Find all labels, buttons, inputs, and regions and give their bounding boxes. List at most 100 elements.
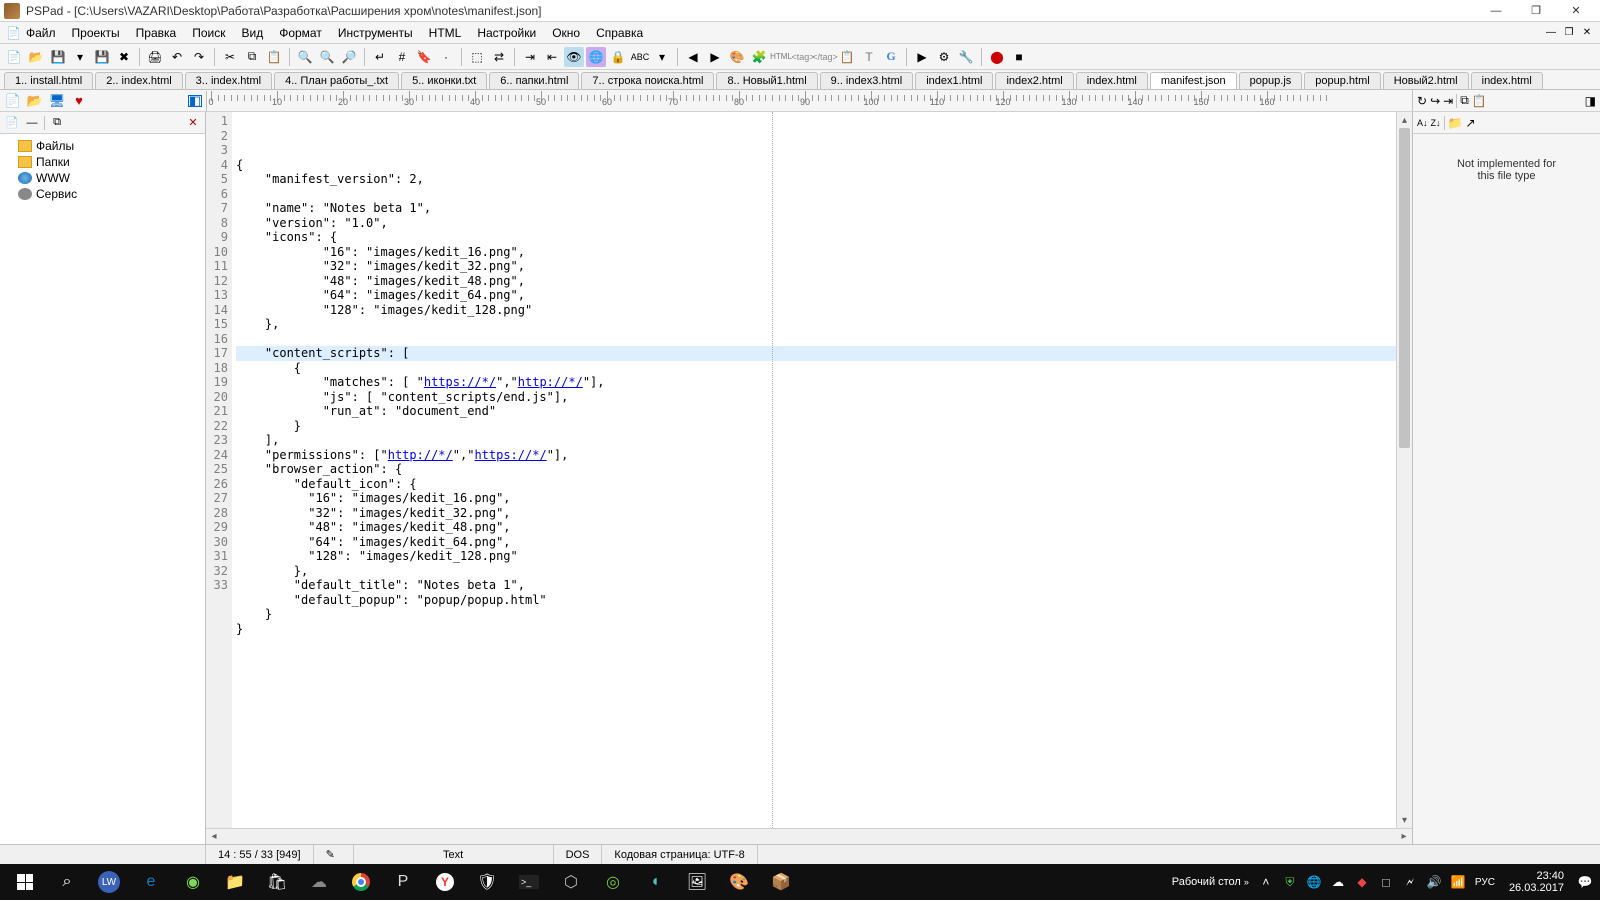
whitespace-icon[interactable]: · — [436, 47, 456, 67]
code-area[interactable]: { "manifest_version": 2, "name": "Notes … — [232, 112, 1396, 828]
maximize-button[interactable]: ❐ — [1516, 1, 1556, 21]
taskbar-app-3[interactable]: ☁ — [298, 866, 340, 898]
indent-left-icon[interactable]: ◀ — [683, 47, 703, 67]
menu-вид[interactable]: Вид — [233, 24, 271, 42]
menu-настройки[interactable]: Настройки — [469, 24, 544, 42]
code-line[interactable]: "default_icon": { — [236, 477, 1396, 492]
mdi-restore[interactable]: ❐ — [1560, 25, 1578, 41]
tree-item[interactable]: Файлы — [4, 138, 201, 154]
closetag-icon[interactable]: </tag> — [815, 47, 835, 67]
tray-clock[interactable]: 23:40 26.03.2017 — [1501, 870, 1572, 894]
tree-del-icon[interactable]: — — [24, 115, 40, 131]
taskbar-app-5[interactable]: ⬡ — [550, 866, 592, 898]
rp-jump-icon[interactable]: ⇥ — [1443, 94, 1453, 108]
scroll-left-icon[interactable]: ◂ — [206, 829, 222, 845]
code-line[interactable]: "128": "images/kedit_128.png" — [236, 303, 1396, 318]
tree-copy-icon[interactable]: ⧉ — [49, 115, 65, 131]
panel-toggle-icon[interactable]: ◧ — [188, 95, 202, 107]
doctab[interactable]: 3.. index.html — [185, 72, 272, 89]
code-line[interactable]: "browser_action": { — [236, 462, 1396, 477]
tree-item[interactable]: Сервис — [4, 186, 201, 202]
rp-refresh-icon[interactable]: ↻ — [1417, 94, 1427, 108]
code-line[interactable]: "16": "images/kedit_16.png", — [236, 245, 1396, 260]
doctab[interactable]: manifest.json — [1150, 72, 1237, 90]
code-line[interactable]: "name": "Notes beta 1", — [236, 201, 1396, 216]
code-line[interactable]: "permissions": ["http://*/","https://*/"… — [236, 448, 1396, 463]
rp-copy-icon[interactable]: ⧉ — [1460, 93, 1469, 108]
open-project-icon[interactable]: 📂 — [26, 92, 44, 110]
record-icon[interactable]: ⬤ — [987, 47, 1007, 67]
indent-right-icon[interactable]: ▶ — [705, 47, 725, 67]
redo-icon[interactable]: ↷ — [189, 47, 209, 67]
new-project-icon[interactable]: 📄 — [4, 92, 22, 110]
rp-action-icon[interactable]: ↗ — [1465, 116, 1475, 130]
tray-up-icon[interactable]: ˄ — [1255, 868, 1277, 896]
code-line[interactable]: "run_at": "document_end" — [236, 404, 1396, 419]
paste-icon[interactable]: 📋 — [264, 47, 284, 67]
system-menu-icon[interactable]: 📄 — [2, 24, 18, 42]
tray-language[interactable]: РУС — [1471, 868, 1499, 896]
doctab[interactable]: 9.. index3.html — [820, 72, 914, 89]
menu-формат[interactable]: Формат — [271, 24, 330, 42]
tidy-icon[interactable]: T — [859, 47, 879, 67]
html-icon[interactable]: HTML — [771, 47, 791, 67]
clipboard-icon[interactable]: 📋 — [837, 47, 857, 67]
doctab[interactable]: popup.js — [1239, 72, 1303, 89]
save-icon[interactable]: 💾 — [48, 47, 68, 67]
compare-icon[interactable]: ⇄ — [489, 47, 509, 67]
show-desktop-label[interactable]: Рабочий стол » — [1172, 876, 1255, 888]
taskbar-app-7[interactable]: ◖ — [634, 866, 676, 898]
code-line[interactable]: "64": "images/kedit_64.png", — [236, 288, 1396, 303]
taskbar-app-4[interactable]: 🛡 — [466, 866, 508, 898]
code-line[interactable]: } — [236, 607, 1396, 622]
rp-folder-icon[interactable]: 📁 — [1448, 116, 1463, 130]
menu-правка[interactable]: Правка — [128, 24, 185, 42]
tree-close-icon[interactable]: ✕ — [185, 115, 201, 131]
horizontal-scrollbar[interactable]: ◂ ▸ — [206, 828, 1412, 844]
code-line[interactable]: "32": "images/kedit_32.png", — [236, 259, 1396, 274]
mdi-minimize[interactable]: — — [1542, 25, 1560, 41]
dropdown-icon[interactable]: ▾ — [652, 47, 672, 67]
code-line[interactable] — [236, 187, 1396, 202]
terminal-icon[interactable]: >_ — [508, 866, 550, 898]
yandex-icon[interactable]: Y — [424, 866, 466, 898]
scroll-down-icon[interactable]: ▾ — [1397, 812, 1412, 828]
stop-icon[interactable]: ■ — [1009, 47, 1029, 67]
tool-a-icon[interactable]: 🧩 — [749, 47, 769, 67]
print-icon[interactable]: 🖨 — [145, 47, 165, 67]
lock-icon[interactable]: 🔒 — [608, 47, 628, 67]
edge-icon[interactable]: e — [130, 866, 172, 898]
tray-onedrive-icon[interactable]: ☁ — [1327, 868, 1349, 896]
tray-wifi-icon[interactable]: 📶 — [1447, 868, 1469, 896]
taskbar-app-8[interactable]: 🖼 — [676, 866, 718, 898]
file-explorer-icon[interactable]: 📁 — [214, 866, 256, 898]
doctab[interactable]: 4.. План работы_.txt — [274, 72, 399, 89]
scroll-up-icon[interactable]: ▴ — [1397, 112, 1412, 128]
tray-shield-icon[interactable]: ⛨ — [1279, 868, 1301, 896]
tree-item[interactable]: WWW — [4, 170, 201, 186]
rp-close-icon[interactable]: ◨ — [1585, 94, 1596, 108]
doctab[interactable]: 5.. иконки.txt — [401, 72, 487, 89]
find-icon[interactable]: 🔍 — [295, 47, 315, 67]
tray-battery-icon[interactable]: 🗲 — [1399, 868, 1421, 896]
taskbar-app-1[interactable]: LW — [88, 866, 130, 898]
cut-icon[interactable]: ✂ — [220, 47, 240, 67]
rp-next-icon[interactable]: ↪ — [1430, 94, 1440, 108]
rp-sort-az-icon[interactable]: A↓ — [1417, 118, 1428, 128]
code-line[interactable] — [236, 332, 1396, 347]
code-line[interactable]: ], — [236, 433, 1396, 448]
code-line[interactable]: { — [236, 158, 1396, 173]
doctab[interactable]: 7.. строка поиска.html — [581, 72, 714, 89]
paint-icon[interactable]: 🎨 — [718, 866, 760, 898]
menu-проекты[interactable]: Проекты — [64, 24, 128, 42]
ftp-icon[interactable]: 🖥 — [48, 92, 66, 110]
code-line[interactable]: "default_title": "Notes beta 1", — [236, 578, 1396, 593]
wrap-icon[interactable]: ↵ — [370, 47, 390, 67]
color-icon[interactable]: 🎨 — [727, 47, 747, 67]
tray-gray-icon[interactable]: ◻ — [1375, 868, 1397, 896]
copy-icon[interactable]: ⧉ — [242, 47, 262, 67]
play-icon[interactable]: ▶ — [912, 47, 932, 67]
doctab[interactable]: 1.. install.html — [4, 72, 93, 89]
code-line[interactable]: }, — [236, 317, 1396, 332]
taskbar-app-6[interactable]: ◎ — [592, 866, 634, 898]
